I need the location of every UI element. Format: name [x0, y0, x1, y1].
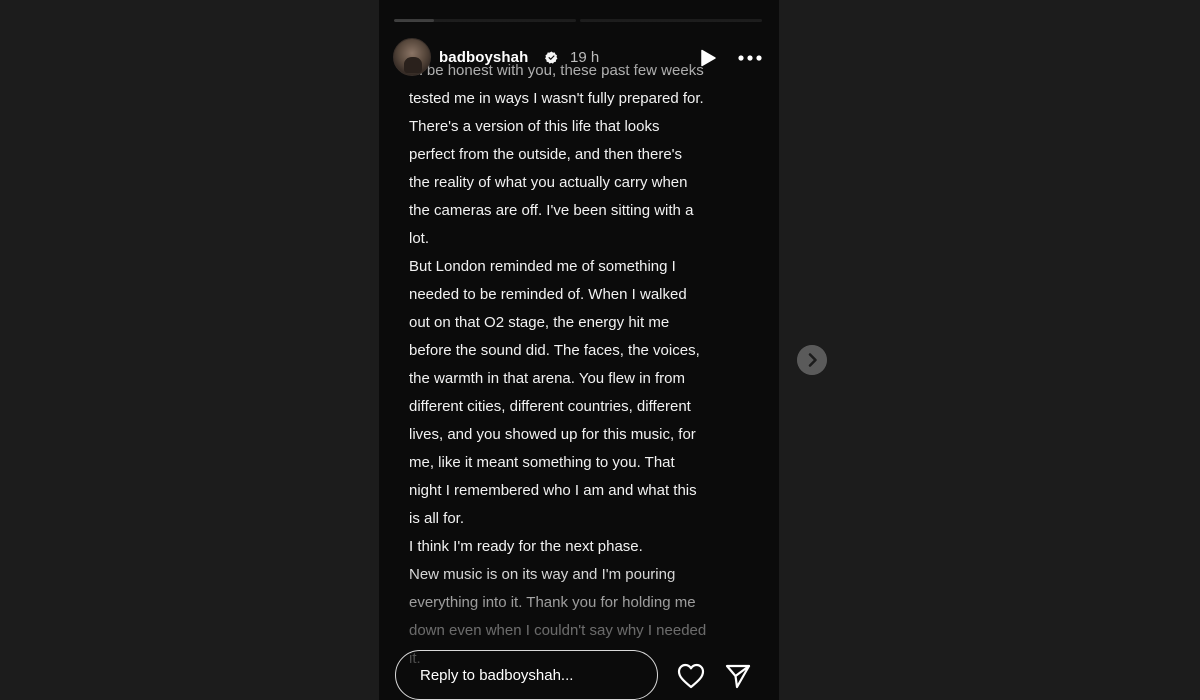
story-text-line: is all for.: [409, 510, 465, 527]
chevron-right-icon[interactable]: [797, 345, 827, 375]
post-time: 19 h: [570, 49, 600, 66]
story-text-line: perfect from the outside, and then there…: [409, 146, 683, 163]
verified-badge-icon: [545, 51, 558, 64]
story-card[interactable]: I'll be honest with you, these past few …: [379, 0, 779, 700]
story-text-line: New music is on its way and I'm pouring: [409, 566, 676, 583]
story-text-line: I think I'm ready for the next phase.: [409, 538, 643, 555]
story-viewer: I'll be honest with you, these past few …: [0, 0, 1200, 700]
progress-segment-1: [394, 19, 576, 22]
heart-icon[interactable]: [677, 663, 705, 689]
story-text-line: night I remembered who I am and what thi…: [409, 482, 697, 499]
story-text-line: before the sound did. The faces, the voi…: [409, 342, 700, 359]
story-text-line: the warmth in that arena. You flew in fr…: [409, 370, 685, 387]
story-text-line: tested me in ways I wasn't fully prepare…: [409, 90, 704, 107]
username[interactable]: badboyshah: [439, 49, 528, 66]
story-text-line: out on that O2 stage, the energy hit me: [409, 314, 670, 331]
story-text-line: everything into it. Thank you for holdin…: [409, 594, 696, 611]
story-text-line: But London reminded me of something I: [409, 258, 676, 275]
story-text: I'll be honest with you, these past few …: [409, 57, 754, 673]
story-footer: [379, 650, 779, 700]
progress-fill: [394, 19, 435, 22]
story-text-line: lives, and you showed up for this music,…: [409, 426, 696, 443]
avatar[interactable]: [393, 38, 431, 76]
story-text-line: lot.: [409, 230, 430, 247]
story-text-line: There's a version of this life that look…: [409, 118, 660, 135]
story-header: badboyshah 19 h: [393, 38, 765, 78]
reply-input[interactable]: [395, 650, 658, 700]
story-text-line: the reality of what you actually carry w…: [409, 174, 688, 191]
progress-segment-2: [580, 19, 762, 22]
story-text-line: different cities, different countries, d…: [409, 398, 691, 415]
story-text-line: me, like it meant something to you. That: [409, 454, 675, 471]
story-text-line: the cameras are off. I've been sitting w…: [409, 202, 694, 219]
story-text-line: down even when I couldn't say why I need…: [409, 622, 707, 639]
send-icon[interactable]: [724, 662, 752, 690]
more-options-icon[interactable]: [737, 48, 763, 68]
play-icon[interactable]: [699, 49, 717, 67]
story-text-line: needed to be reminded of. When I walked: [409, 286, 687, 303]
story-progress-bar: [394, 19, 762, 23]
